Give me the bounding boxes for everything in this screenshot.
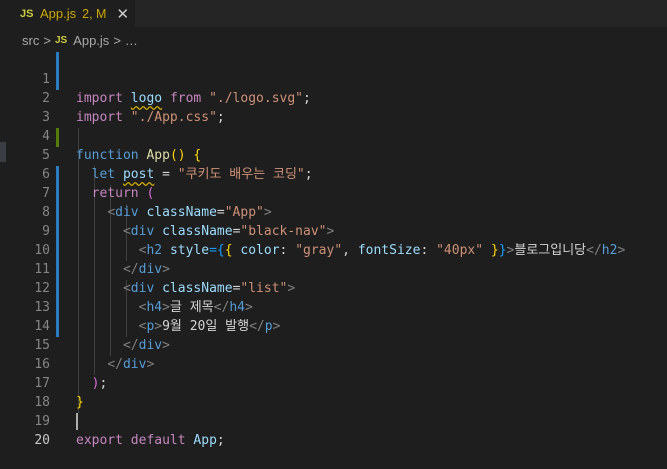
code-line: 2 import "./App.css"; [0,70,667,125]
token: export [76,433,123,448]
token: App [193,433,217,448]
code-line: 13 <p>9월 20일 발행</p> [0,279,667,334]
text-cursor [76,413,78,430]
code-line: 9 <h2 style={{ color: "gray", fontSize: … [0,203,667,258]
tab-problems-badge: 2, M [82,6,107,21]
code-line: 18 [0,374,667,410]
code-line: 4 function App() { [0,108,667,163]
code-line: 14 </div> [0,298,667,353]
code-line: 6 return ( [0,146,667,201]
line-number: 20 [34,433,50,448]
breadcrumb-folder[interactable]: src [22,33,39,48]
breadcrumb: src > JS App.js > … [0,27,667,53]
code-line: 19 export default App; [0,393,667,448]
code-line: 5 let post = "쿠키도 배우는 코딩"; [0,127,667,182]
code-line: 16 ); [0,336,667,391]
tab-app-js[interactable]: JS App.js 2, M ✕ [0,0,135,27]
chevron-right-icon: > [113,32,121,48]
javascript-file-icon: JS [54,34,68,46]
code-line: 20 [0,412,667,448]
code-line: 1 import logo from "./logo.svg"; [0,51,667,106]
code-line: 15 </div> [0,317,667,372]
token: ; [216,433,225,448]
code-line: 17 } [0,355,667,410]
breadcrumb-file[interactable]: App.js [73,33,109,48]
tab-filename: App.js [40,6,77,21]
chevron-right-icon: > [43,32,51,48]
code-line: 3 [0,89,667,125]
code-line: 12 <h4>글 제목</h4> [0,260,667,315]
tab-bar: JS App.js 2, M ✕ [0,0,667,27]
code-line: 8 <div className="black-nav"> [0,184,667,239]
token: default [130,433,186,448]
close-icon[interactable]: ✕ [116,5,129,23]
code-line: 11 <div className="list"> [0,241,667,296]
code-line: 10 </div> [0,222,667,277]
breadcrumb-symbol[interactable]: … [125,33,138,48]
code-line: 7 <div className="App"> [0,165,667,220]
javascript-file-icon: JS [20,7,34,20]
